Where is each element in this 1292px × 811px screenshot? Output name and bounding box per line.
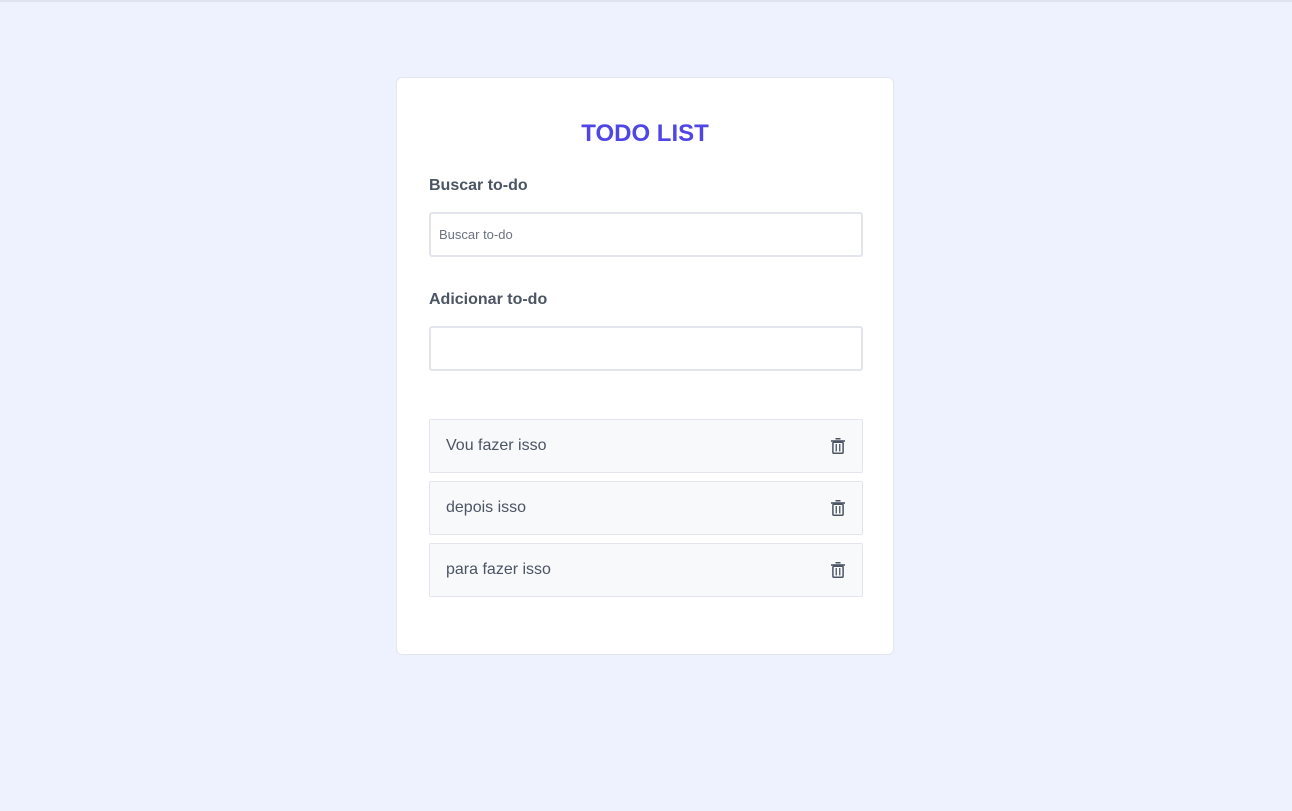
todo-list: Vou fazer isso depois isso para fazer is… — [429, 419, 863, 597]
todo-item: para fazer isso — [429, 543, 863, 597]
add-todo-label: Adicionar to-do — [429, 291, 548, 308]
top-divider — [0, 0, 1292, 2]
page-title: TODO LIST — [581, 120, 709, 147]
add-todo-input[interactable] — [429, 326, 863, 371]
search-label: Buscar to-do — [429, 177, 528, 194]
todo-card: TODO LIST Buscar to-do Adicionar to-do V… — [396, 77, 894, 655]
todo-text: Vou fazer isso — [446, 437, 547, 454]
trash-icon — [831, 500, 845, 516]
trash-icon — [831, 438, 845, 454]
todo-item: depois isso — [429, 481, 863, 535]
todo-text: para fazer isso — [446, 561, 551, 578]
delete-todo-button[interactable] — [829, 499, 847, 517]
trash-icon — [831, 562, 845, 578]
search-input[interactable] — [429, 212, 863, 257]
todo-item: Vou fazer isso — [429, 419, 863, 473]
delete-todo-button[interactable] — [829, 437, 847, 455]
delete-todo-button[interactable] — [829, 561, 847, 579]
todo-text: depois isso — [446, 499, 527, 516]
